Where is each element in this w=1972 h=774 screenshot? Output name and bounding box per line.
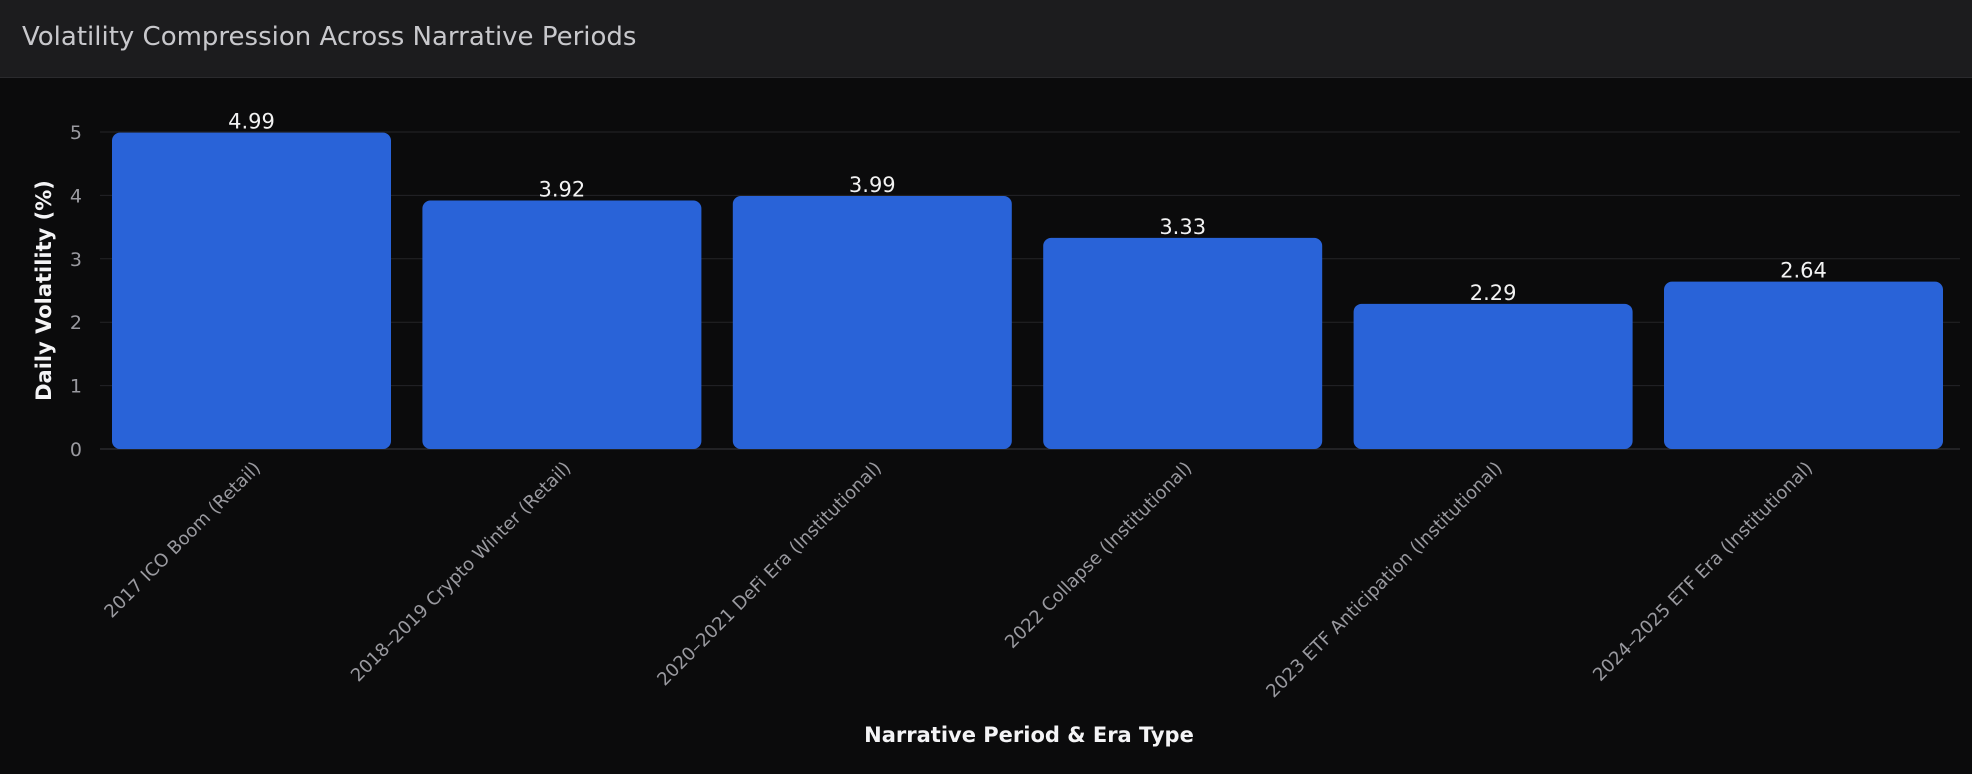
y-tick-label: 0 (70, 439, 82, 461)
bar-value-label: 3.33 (1159, 215, 1206, 239)
y-tick-label: 1 (70, 376, 82, 398)
x-tick-label: 2022 Collapse (Institutional) (1001, 458, 1196, 653)
y-axis-title: Daily Volatility (%) (32, 180, 56, 401)
bar (1353, 303, 1633, 449)
bar (1043, 237, 1323, 449)
y-tick-label: 4 (70, 185, 82, 207)
bar-value-label: 2.29 (1470, 281, 1517, 305)
chart-header: Volatility Compression Across Narrative … (0, 0, 1972, 78)
x-axis-ticks: 2017 ICO Boom (Retail) 2018–2019 Crypto W… (100, 458, 1817, 702)
y-axis-ticks: 0 1 2 3 4 5 (70, 122, 82, 461)
y-tick-label: 3 (70, 249, 82, 271)
bar (422, 200, 702, 449)
x-tick-label: 2024–2025 ETF Era (Institutional) (1589, 458, 1817, 686)
bar (1664, 281, 1943, 449)
bar (732, 196, 1012, 449)
bar-value-label: 2.64 (1780, 259, 1827, 283)
bar-value-label: 3.99 (849, 173, 896, 197)
bar (112, 132, 391, 449)
y-tick-label: 2 (70, 312, 82, 334)
x-tick-label: 2023 ETF Anticipation (Institutional) (1262, 458, 1506, 702)
bars (112, 132, 1943, 449)
bar-value-label: 3.92 (539, 177, 586, 201)
x-tick-label: 2017 ICO Boom (Retail) (100, 458, 265, 623)
chart-title: Volatility Compression Across Narrative … (22, 22, 637, 52)
bar-value-label: 4.99 (228, 110, 275, 134)
x-tick-label: 2018–2019 Crypto Winter (Retail) (347, 458, 576, 687)
x-tick-label: 2020–2021 DeFi Era (Institutional) (653, 458, 885, 690)
chart-area: 0 1 2 3 4 5 4.99 3.92 3.99 3.33 2.29 2.64 2017 ICO… (0, 78, 1972, 774)
bar-chart: 0 1 2 3 4 5 4.99 3.92 3.99 3.33 2.29 2.64 2017 ICO… (32, 110, 1960, 747)
x-axis-title: Narrative Period & Era Type (864, 723, 1194, 747)
y-tick-label: 5 (70, 122, 82, 144)
